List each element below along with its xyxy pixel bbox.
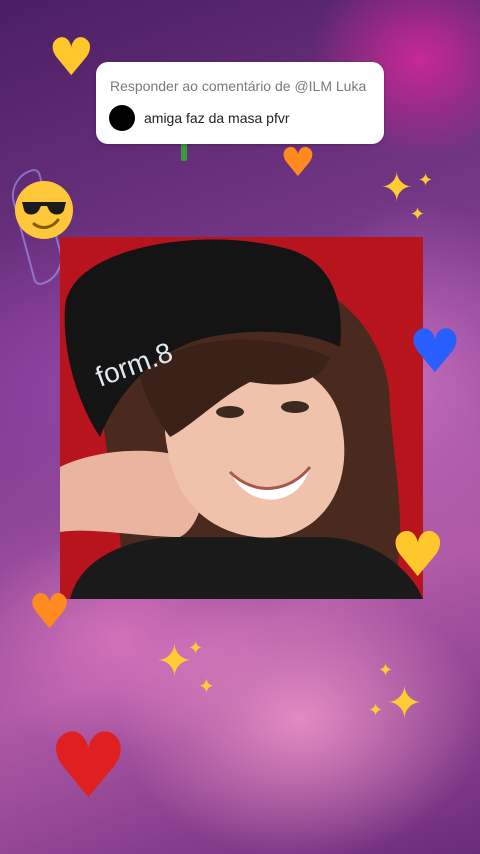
sparkles-icon: ✦ xyxy=(386,678,423,729)
sparkles-icon: ✦ xyxy=(198,674,215,698)
yellow-heart-icon: ♥ xyxy=(390,518,446,591)
leaf-stem-decoration xyxy=(181,143,187,161)
sparkles-icon: ✦ xyxy=(380,165,414,211)
orange-heart-icon: ♥ xyxy=(280,140,316,186)
blue-heart-icon: ♥ xyxy=(408,317,462,387)
sparkles-icon: ✦ xyxy=(378,660,394,681)
main-photo: form.8 xyxy=(60,237,423,599)
sparkles-icon: ✦ xyxy=(368,700,384,721)
sparkles-icon: ✦ xyxy=(188,638,204,659)
reply-comment-sticker[interactable]: Responder ao comentário de @ILM Luka ami… xyxy=(96,62,384,144)
avatar xyxy=(109,105,135,131)
sparkles-icon: ✦ xyxy=(410,204,426,225)
yellow-heart-icon: ♥ xyxy=(48,28,95,88)
sunglasses-face-icon xyxy=(14,180,74,240)
sparkles-icon: ✦ xyxy=(418,170,434,191)
reply-comment-text: amiga faz da masa pfvr xyxy=(144,110,290,126)
orange-heart-icon: ♥ xyxy=(28,584,72,640)
portrait-illustration: form.8 xyxy=(60,237,423,599)
reply-title: Responder ao comentário de @ILM Luka xyxy=(110,78,367,94)
red-heart-icon: ♥ xyxy=(48,714,129,819)
